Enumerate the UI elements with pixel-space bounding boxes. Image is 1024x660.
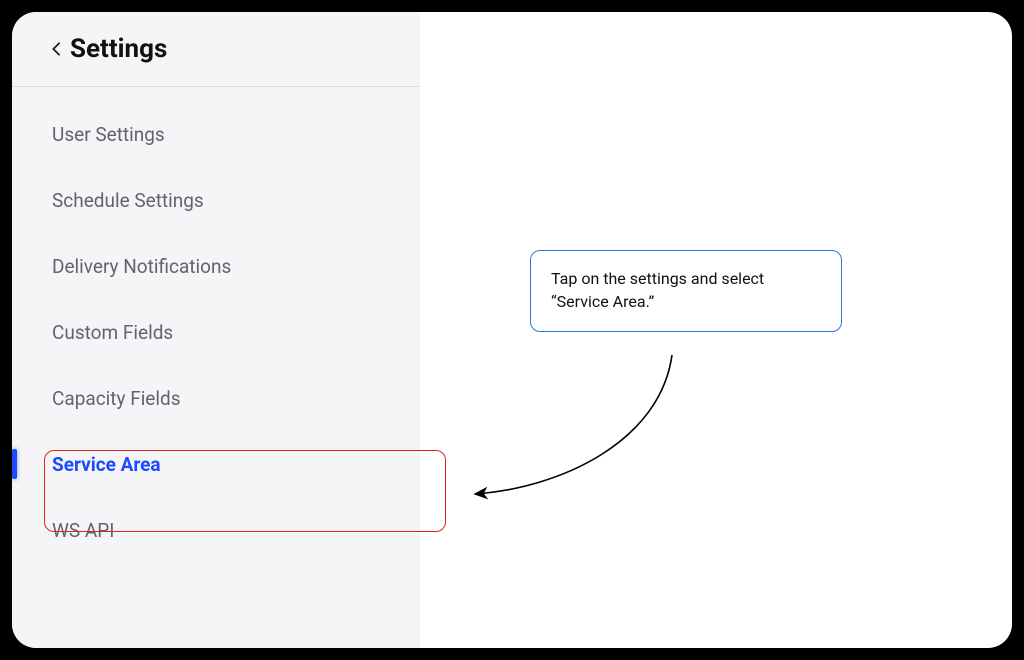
nav-item-label: Capacity Fields — [52, 387, 181, 410]
nav-item-ws-api[interactable]: WS API — [12, 497, 420, 563]
callout-text: Tap on the settings and select “Service … — [551, 269, 764, 311]
nav-item-label: Delivery Notifications — [52, 255, 231, 278]
sidebar-header[interactable]: Settings — [12, 34, 420, 87]
nav-item-service-area[interactable]: Service Area — [12, 431, 420, 497]
instruction-callout: Tap on the settings and select “Service … — [530, 250, 842, 332]
settings-nav: User Settings Schedule Settings Delivery… — [12, 87, 420, 563]
nav-item-label: User Settings — [52, 123, 165, 146]
settings-sidebar: Settings User Settings Schedule Settings… — [12, 12, 420, 648]
nav-item-label: Service Area — [52, 453, 161, 476]
nav-item-label: WS API — [52, 519, 114, 542]
nav-item-custom-fields[interactable]: Custom Fields — [12, 299, 420, 365]
page-title: Settings — [70, 34, 167, 64]
nav-item-label: Schedule Settings — [52, 189, 204, 212]
content-area: Tap on the settings and select “Service … — [420, 12, 1012, 648]
nav-item-delivery-notifications[interactable]: Delivery Notifications — [12, 233, 420, 299]
chevron-left-icon[interactable] — [52, 42, 60, 56]
app-card: Settings User Settings Schedule Settings… — [12, 12, 1012, 648]
nav-item-label: Custom Fields — [52, 321, 173, 344]
nav-item-schedule-settings[interactable]: Schedule Settings — [12, 167, 420, 233]
nav-item-user-settings[interactable]: User Settings — [12, 101, 420, 167]
nav-item-capacity-fields[interactable]: Capacity Fields — [12, 365, 420, 431]
